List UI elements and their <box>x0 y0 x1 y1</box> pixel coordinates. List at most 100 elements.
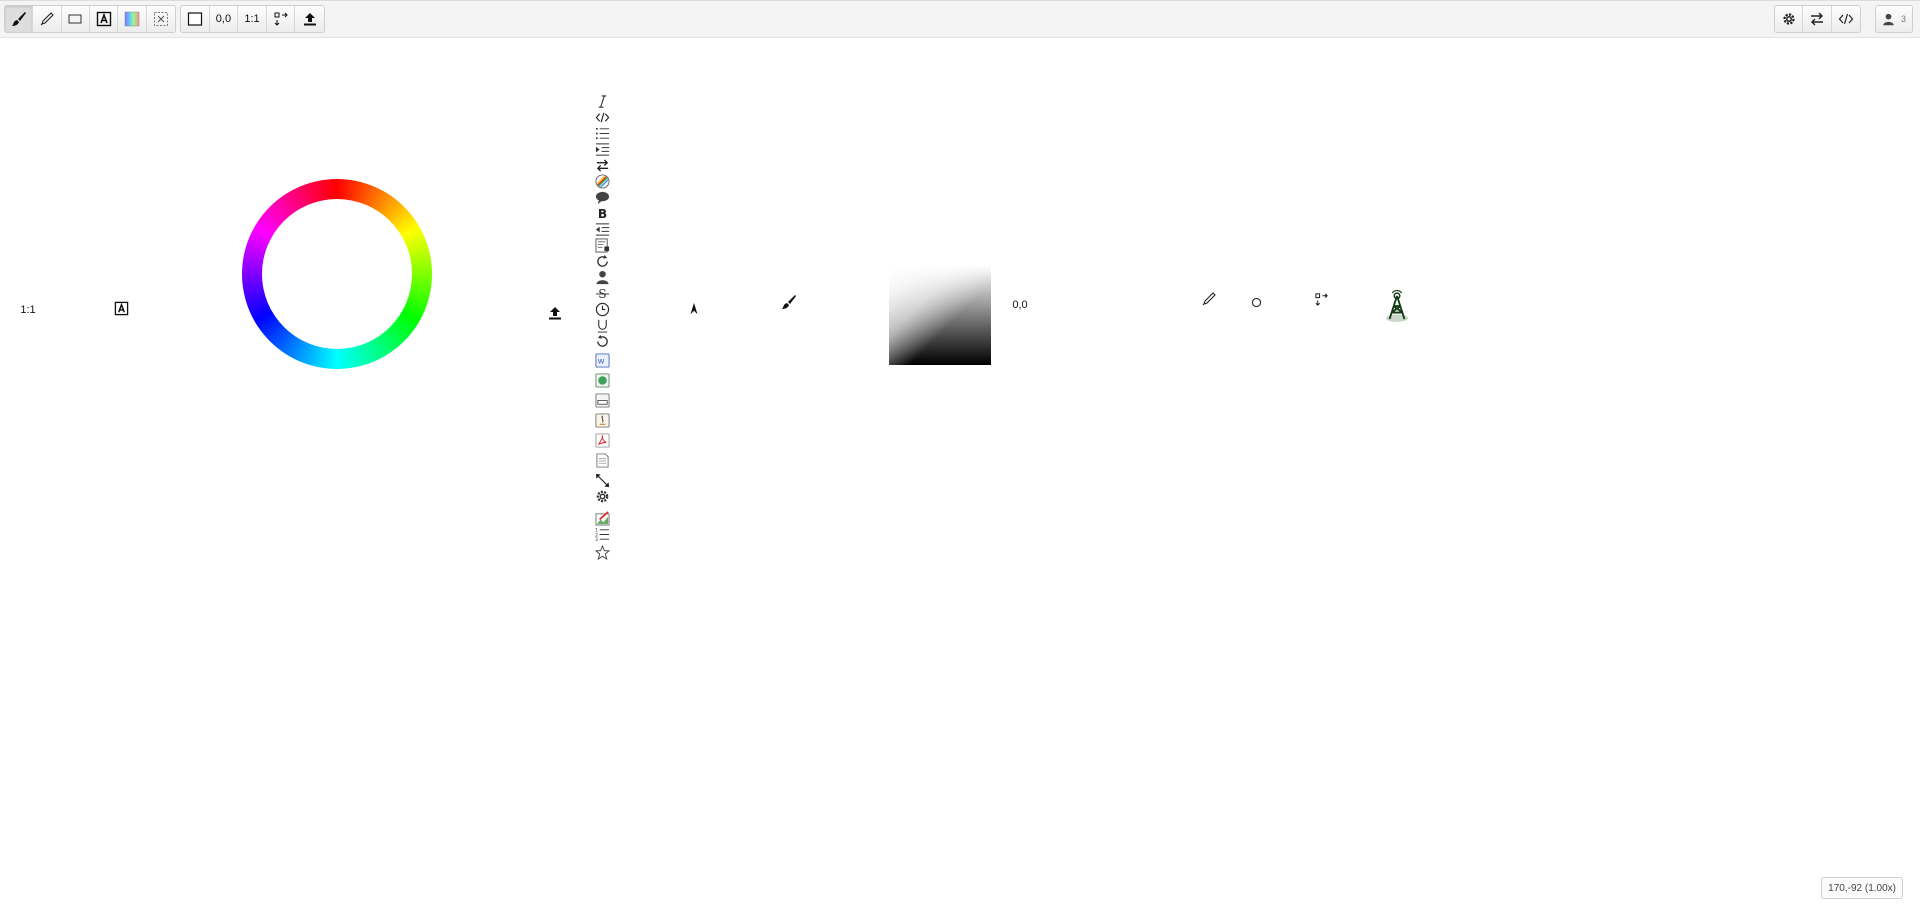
clock-button[interactable] <box>593 301 611 317</box>
java-doc-icon <box>594 412 610 428</box>
code-button[interactable] <box>1831 6 1860 32</box>
blank-doc-button[interactable] <box>593 452 611 468</box>
user-icon <box>1883 13 1894 25</box>
cursor-icon <box>690 302 698 315</box>
gear-button[interactable] <box>593 488 611 504</box>
undo-icon <box>596 334 608 347</box>
outdent-icon <box>595 222 609 236</box>
bold-button[interactable]: B <box>593 205 611 221</box>
users-group: 3 <box>1875 5 1913 33</box>
saturation-value-square[interactable] <box>889 265 991 365</box>
rectangle-tool-button[interactable] <box>61 6 91 32</box>
coords-button[interactable]: 0,0 <box>209 6 239 32</box>
blank-doc-icon <box>595 452 609 468</box>
tower-floating[interactable] <box>1383 289 1411 325</box>
pdf-doc-button[interactable] <box>593 432 611 448</box>
brush-floating[interactable] <box>780 293 798 311</box>
ratio-button[interactable]: 1:1 <box>238 6 267 32</box>
pencil-floating[interactable] <box>1200 290 1218 308</box>
upload-button[interactable] <box>295 6 324 32</box>
user-button[interactable] <box>593 269 611 285</box>
drawing-canvas[interactable]: 1:1 B S W 123 0,0 170,-92 (1.00x) <box>0 38 1920 913</box>
upload-icon <box>303 13 316 26</box>
underline-button[interactable] <box>593 317 611 333</box>
document-lock-icon <box>594 237 609 253</box>
brush-icon <box>11 12 26 26</box>
move-arrows-icon <box>1314 292 1328 306</box>
square-outline-icon <box>187 12 202 26</box>
text-tool-floating[interactable] <box>113 300 129 316</box>
swap-button[interactable] <box>1803 6 1832 32</box>
strikethrough-button[interactable]: S <box>593 285 611 301</box>
text-box-icon <box>114 301 128 315</box>
user-icon <box>595 270 609 284</box>
edit-image-button[interactable] <box>593 510 611 526</box>
comment-button[interactable] <box>593 189 611 205</box>
svg-text:B: B <box>597 207 606 221</box>
star-button[interactable] <box>593 544 611 560</box>
move-arrows-icon <box>274 12 288 26</box>
circle-icon <box>1251 297 1261 307</box>
pencil-tool-button[interactable] <box>33 6 62 32</box>
svg-text:3: 3 <box>595 537 598 542</box>
indent-button[interactable] <box>593 141 611 157</box>
outdent-button[interactable] <box>593 221 611 237</box>
web-doc-button[interactable] <box>593 372 611 388</box>
palette-button[interactable] <box>593 173 611 189</box>
move-floating[interactable] <box>1312 290 1330 308</box>
text-box-icon <box>96 11 111 27</box>
icon-palette-column: B S W 123 <box>590 93 614 560</box>
word-doc-icon: W <box>594 352 610 368</box>
brush-tool-button[interactable] <box>5 6 34 32</box>
user-count: 3 <box>1900 14 1906 24</box>
users-button[interactable]: 3 <box>1876 6 1912 32</box>
code-button-2[interactable] <box>593 109 611 125</box>
move-button[interactable] <box>266 6 296 32</box>
italic-button[interactable] <box>593 93 611 109</box>
view-tools-group: 0,0 1:1 <box>180 5 325 33</box>
resize-diagonal-icon <box>595 473 609 487</box>
italic-icon <box>598 94 606 108</box>
word-doc-button[interactable]: W <box>593 352 611 368</box>
swap-button-2[interactable] <box>593 157 611 173</box>
upload-floating[interactable] <box>546 304 564 322</box>
settings-button[interactable] <box>1775 6 1804 32</box>
bulleted-list-button[interactable] <box>593 125 611 141</box>
resize-button[interactable] <box>593 472 611 488</box>
java-doc-button[interactable] <box>593 412 611 428</box>
selection-x-icon <box>153 12 168 26</box>
right-tools-group <box>1774 5 1861 33</box>
code-icon <box>595 112 609 122</box>
palette-icon <box>594 173 610 189</box>
pencil-icon <box>1202 292 1216 306</box>
upload-icon <box>549 307 561 320</box>
cursor-floating[interactable] <box>686 300 702 318</box>
edit-image-icon <box>594 510 610 526</box>
palette-tool-button[interactable] <box>118 6 147 32</box>
speech-bubble-icon <box>595 191 609 204</box>
numbered-list-button[interactable]: 123 <box>593 526 611 542</box>
star-icon <box>594 544 610 560</box>
status-text: 170,-92 (1.00x) <box>1828 882 1896 894</box>
frame-button[interactable] <box>181 6 210 32</box>
document-lock-button[interactable] <box>593 237 611 253</box>
rectangle-icon <box>68 14 82 24</box>
circle-floating[interactable] <box>1249 295 1263 309</box>
drawing-tools-group <box>4 5 176 33</box>
svg-text:W: W <box>597 357 604 365</box>
clock-icon <box>595 302 609 316</box>
image-doc-button[interactable] <box>593 392 611 408</box>
gear-icon <box>1783 13 1795 25</box>
hue-ring-center <box>262 199 412 349</box>
undo-button[interactable] <box>593 333 611 349</box>
select-tool-button[interactable] <box>146 6 175 32</box>
code-icon <box>1838 13 1854 25</box>
text-tool-button[interactable] <box>90 6 119 32</box>
redo-button[interactable] <box>593 253 611 269</box>
web-doc-icon <box>594 372 610 388</box>
gear-icon <box>596 490 608 502</box>
underline-icon <box>597 319 607 333</box>
hue-ring[interactable] <box>242 179 432 369</box>
status-readout: 170,-92 (1.00x) <box>1821 877 1903 899</box>
redo-icon <box>596 254 608 267</box>
